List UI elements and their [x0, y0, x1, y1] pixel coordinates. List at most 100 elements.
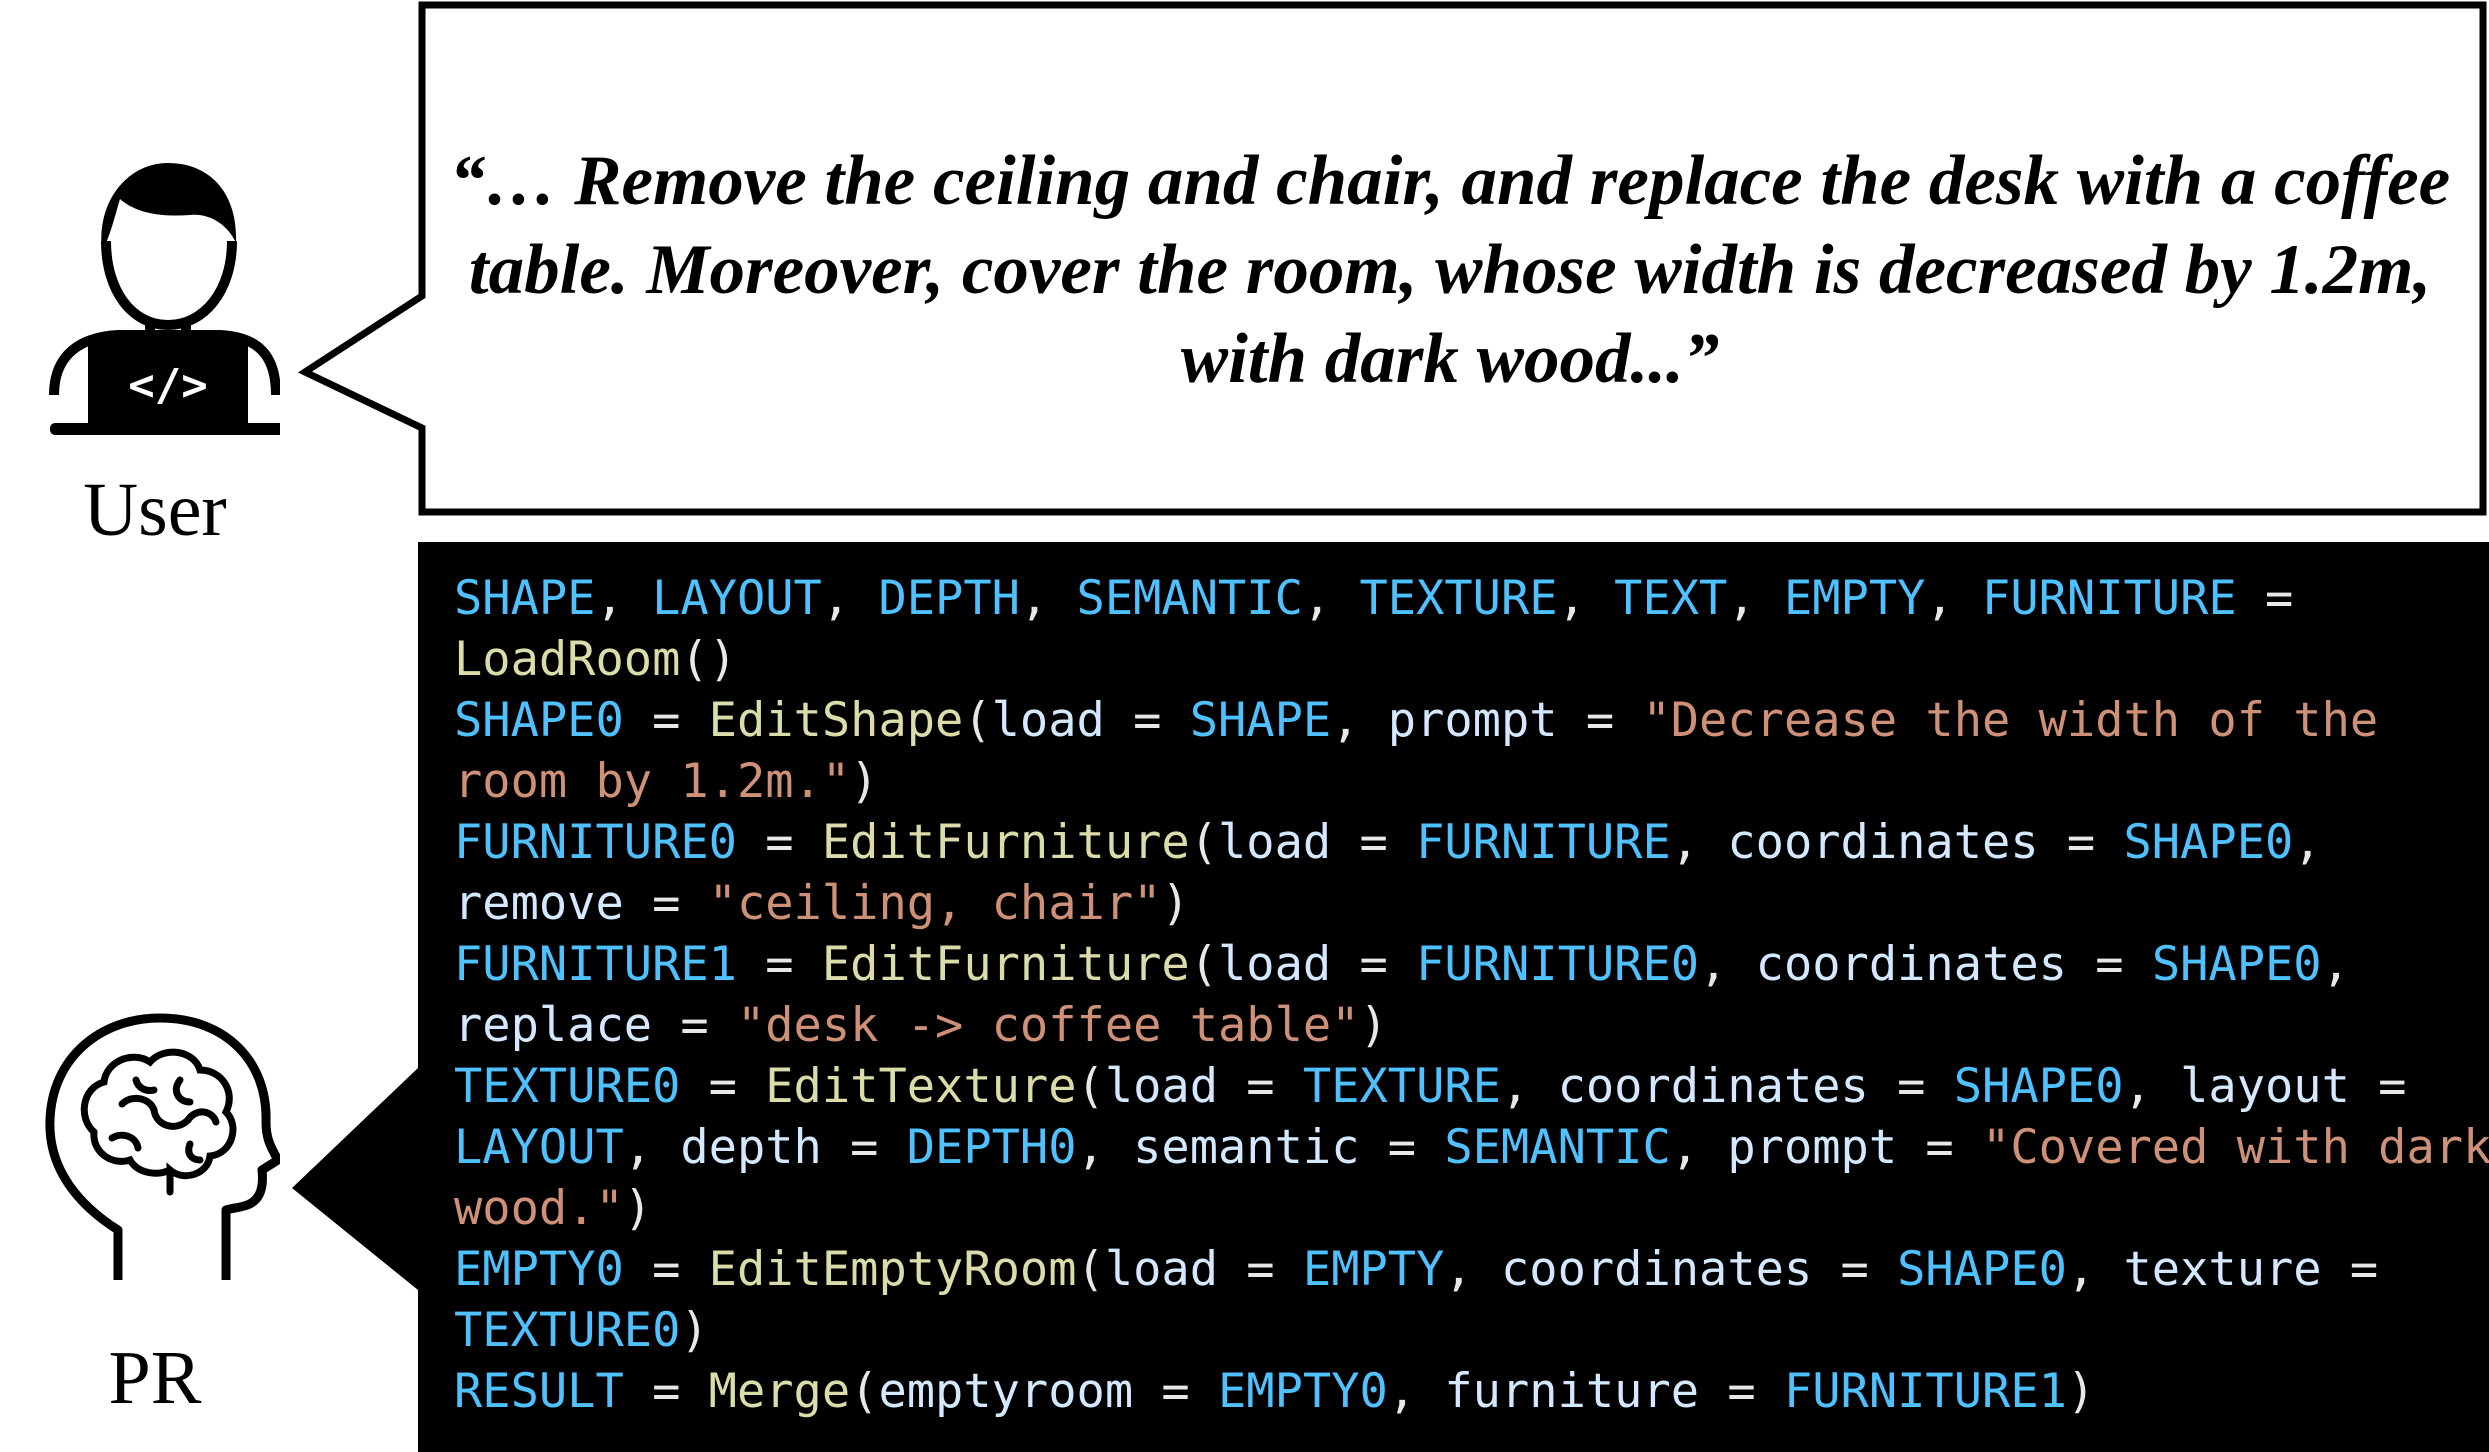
code-token: EMPTY0 — [1218, 1364, 1388, 1419]
code-token: SHAPE0 — [1897, 1242, 2067, 1297]
code-token: , — [1444, 1242, 1501, 1297]
code-token: TEXTURE — [1359, 571, 1558, 626]
code-token: "desk -> coffee table" — [736, 998, 1360, 1053]
code-token: DEPTH0 — [906, 1120, 1077, 1175]
code-token: "Covered with dark — [1982, 1120, 2489, 1175]
code-token: , — [2321, 937, 2350, 992]
code-token: , — [1699, 937, 1756, 992]
code-token: EditEmptyRoom — [708, 1242, 1077, 1297]
code-token: ( — [1076, 1059, 1105, 1114]
code-token: FURNITURE0 — [454, 815, 737, 870]
code-token: LoadRoom — [454, 632, 681, 687]
code-token: = — [1133, 1364, 1219, 1419]
code-token: = — [736, 937, 822, 992]
code-token: EditFurniture — [821, 937, 1190, 992]
code-token: load — [1218, 815, 1332, 870]
code-token: , — [1670, 1120, 1728, 1175]
code-token: = — [1218, 1059, 1303, 1114]
code-token: load — [991, 693, 1105, 748]
code-token: TEXTURE0 — [454, 1059, 681, 1114]
code-token: "ceiling, chair" — [708, 876, 1162, 931]
code-token: = — [1359, 1120, 1445, 1175]
code-line: RESULT = Merge(emptyroom = EMPTY0, furni… — [454, 1361, 2464, 1422]
code-token: = — [652, 998, 737, 1053]
code-token: , — [2293, 815, 2322, 870]
code-token: coordinates — [1727, 815, 2039, 870]
code-token: ) — [680, 1303, 709, 1358]
code-token: = — [2236, 571, 2294, 626]
code-token: TEXT — [1614, 571, 1728, 626]
code-token: FURNITURE1 — [454, 937, 737, 992]
code-token: , — [1557, 571, 1615, 626]
code-token: LAYOUT — [652, 571, 822, 626]
code-token: , — [2066, 1242, 2124, 1297]
code-token: Merge — [708, 1364, 851, 1419]
code-token: , — [1076, 1120, 1134, 1175]
code-token: , — [1331, 693, 1388, 748]
code-token: EditFurniture — [821, 815, 1190, 870]
code-token: ( — [1189, 937, 1219, 992]
code-token: FURNITURE1 — [1783, 1364, 2067, 1419]
code-line: SHAPE0 = EditShape(load = SHAPE, prompt … — [454, 690, 2464, 751]
code-token: replace — [454, 998, 653, 1053]
code-token: , — [1302, 571, 1360, 626]
code-token: coordinates — [1755, 937, 2067, 992]
code-token: ) — [1359, 998, 1388, 1053]
code-token: EditShape — [708, 693, 964, 748]
code-token: ( — [1076, 1242, 1105, 1297]
user-label: User — [83, 468, 227, 552]
code-token: , — [1670, 815, 1728, 870]
code-token: SHAPE — [1189, 693, 1332, 748]
code-token: wood." — [454, 1181, 624, 1236]
code-token: ) — [850, 754, 879, 809]
code-token: SEMANTIC — [1444, 1120, 1671, 1175]
code-line: wood.") — [454, 1178, 2464, 1239]
code-token: TEXTURE — [1302, 1059, 1501, 1114]
code-token: , — [1727, 571, 1784, 626]
code-token: EMPTY — [1783, 571, 1926, 626]
code-token: ) — [623, 1181, 653, 1236]
code-token: RESULT — [454, 1364, 624, 1419]
code-token: depth — [680, 1120, 822, 1175]
code-token: = — [1868, 1059, 1954, 1114]
code-token: ( — [963, 693, 992, 748]
code-token: ( — [850, 1364, 879, 1419]
code-token: TEXTURE0 — [454, 1303, 681, 1358]
code-token: EMPTY — [1302, 1242, 1445, 1297]
code-token: prompt — [1387, 693, 1558, 748]
code-token: , — [595, 571, 653, 626]
code-token: texture — [2123, 1242, 2322, 1297]
code-token: = — [1897, 1120, 1983, 1175]
code-token: = — [623, 693, 709, 748]
code-token: = — [1331, 815, 1417, 870]
code-token: ( — [1189, 815, 1219, 870]
code-line: FURNITURE1 = EditFurniture(load = FURNIT… — [454, 934, 2464, 995]
code-token: = — [2349, 1059, 2407, 1114]
code-token: , — [623, 1120, 681, 1175]
code-token: FURNITURE — [1416, 815, 1671, 870]
code-token: = — [1218, 1242, 1303, 1297]
code-token: furniture — [1444, 1364, 1700, 1419]
code-token: SEMANTIC — [1076, 571, 1303, 626]
code-token: emptyroom — [878, 1364, 1134, 1419]
code-token: coordinates — [1500, 1242, 1813, 1297]
pr-label: PR — [108, 1336, 202, 1420]
code-token: SHAPE0 — [1953, 1059, 2124, 1114]
code-token: , — [1387, 1364, 1445, 1419]
code-token: FURNITURE — [1982, 571, 2237, 626]
code-token: SHAPE0 — [2123, 815, 2294, 870]
code-token: load — [1104, 1059, 1219, 1114]
code-token: "Decrease the width of the — [1642, 693, 2379, 748]
code-token: semantic — [1133, 1120, 1360, 1175]
code-token: load — [1104, 1242, 1219, 1297]
code-token: DEPTH — [878, 571, 1020, 626]
code-token: = — [821, 1120, 907, 1175]
code-token: SHAPE — [454, 571, 596, 626]
code-line: replace = "desk -> coffee table") — [454, 995, 2464, 1056]
code-token: , — [2123, 1059, 2181, 1114]
code-token: SHAPE0 — [454, 693, 624, 748]
code-line: SHAPE, LAYOUT, DEPTH, SEMANTIC, TEXTURE,… — [454, 568, 2464, 629]
code-line: LAYOUT, depth = DEPTH0, semantic = SEMAN… — [454, 1117, 2489, 1178]
code-token: = — [1557, 693, 1643, 748]
code-token: = — [2038, 815, 2124, 870]
